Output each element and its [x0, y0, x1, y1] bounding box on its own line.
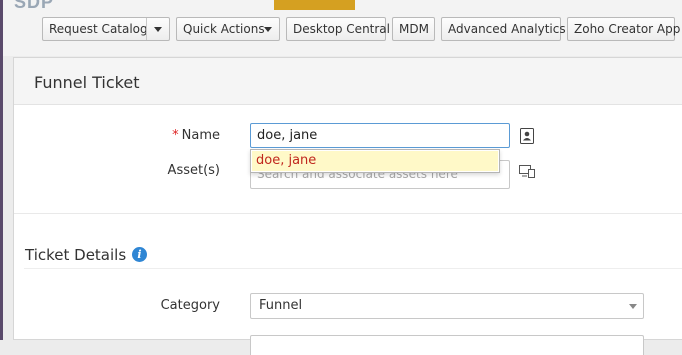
- assets-label: Asset(s): [167, 163, 220, 178]
- contact-card-icon[interactable]: [520, 128, 534, 147]
- name-input[interactable]: [250, 123, 510, 148]
- app-logo: SDP: [14, 0, 55, 12]
- asset-devices-icon[interactable]: [519, 165, 537, 182]
- next-field[interactable]: [250, 335, 644, 355]
- zoho-creator-app-label: Zoho Creator App: [574, 22, 681, 36]
- active-tab-indicator: [274, 0, 355, 10]
- desktop-central-label: Desktop Central: [293, 22, 390, 36]
- chevron-down-icon: [629, 304, 637, 309]
- advanced-analytics-button[interactable]: Advanced Analytics: [441, 17, 566, 41]
- category-value: Funnel: [259, 298, 303, 313]
- required-marker: *: [172, 128, 179, 143]
- request-catalog-label: Request Catalog: [49, 22, 148, 36]
- quick-actions-label: Quick Actions: [183, 22, 265, 36]
- info-icon[interactable]: i: [132, 247, 147, 262]
- section-underline: [24, 268, 682, 269]
- quick-actions-button[interactable]: Quick Actions: [176, 17, 280, 41]
- request-catalog-dropdown-icon[interactable]: [146, 18, 169, 40]
- desktop-central-button[interactable]: Desktop Central: [286, 17, 390, 41]
- mdm-label: MDM: [399, 22, 429, 36]
- ticket-details-heading: Ticket Details: [25, 246, 127, 264]
- category-select[interactable]: Funnel: [250, 293, 644, 319]
- autocomplete-option[interactable]: doe, jane: [252, 151, 498, 171]
- request-catalog-button[interactable]: Request Catalog: [42, 17, 170, 41]
- name-label-text: Name: [181, 128, 220, 143]
- zoho-creator-app-button[interactable]: Zoho Creator App: [567, 17, 680, 41]
- page-title: Funnel Ticket: [34, 73, 140, 92]
- mdm-button[interactable]: MDM: [392, 17, 435, 41]
- section-divider: [14, 213, 682, 214]
- panel-header: Funnel Ticket: [14, 58, 682, 105]
- category-label: Category: [160, 298, 220, 313]
- funnel-ticket-panel: Funnel Ticket *Name Asset(s) Search and …: [13, 57, 682, 355]
- name-autocomplete-dropdown: doe, jane: [250, 149, 500, 173]
- name-label: * Name: [164, 128, 220, 143]
- advanced-analytics-label: Advanced Analytics: [448, 22, 566, 36]
- quick-actions-dropdown-icon[interactable]: [257, 18, 279, 40]
